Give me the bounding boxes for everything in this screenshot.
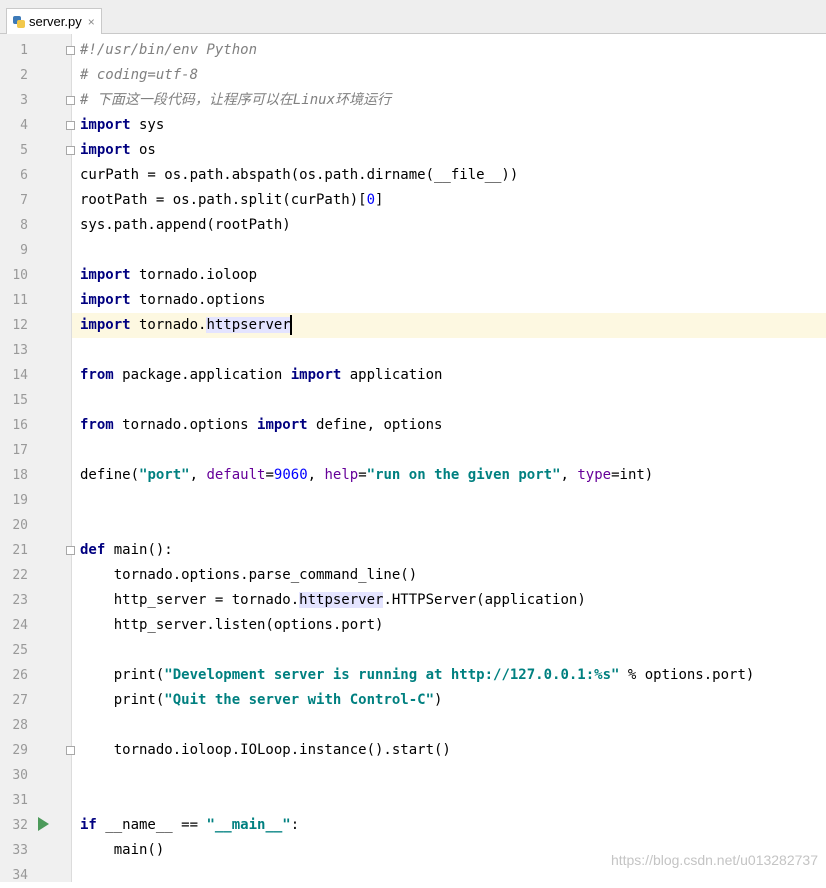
- line-number: 5: [20, 143, 28, 158]
- line-number: 33: [12, 843, 28, 858]
- editor-tab-bar: server.py ×: [0, 0, 826, 34]
- line-number: 16: [12, 418, 28, 433]
- line-number: 4: [20, 118, 28, 133]
- code-line: def main():: [80, 542, 173, 558]
- close-tab-icon[interactable]: ×: [88, 15, 95, 29]
- line-number: 6: [20, 168, 28, 183]
- code-line: import tornado.ioloop: [80, 267, 258, 283]
- python-file-icon: [13, 15, 25, 28]
- line-number: 21: [12, 543, 28, 558]
- line-number: 34: [12, 868, 28, 883]
- line-number: 1: [20, 43, 28, 58]
- line-number: 25: [12, 643, 28, 658]
- line-number: 31: [12, 793, 28, 808]
- line-number: 17: [12, 443, 28, 458]
- line-number: 20: [12, 518, 28, 533]
- code-line: print("Development server is running at …: [80, 667, 755, 683]
- line-number: 13: [12, 343, 28, 358]
- line-number: 14: [12, 368, 28, 383]
- tab-filename: server.py: [29, 14, 82, 29]
- line-number: 15: [12, 393, 28, 408]
- line-number: 11: [12, 293, 28, 308]
- code-line: if __name__ == "__main__":: [80, 817, 300, 833]
- current-code-line: import tornado.httpserver: [72, 313, 826, 338]
- code-line: # 下面这一段代码，让程序可以在Linux环境运行: [80, 92, 391, 108]
- code-line: # coding=utf-8: [80, 67, 199, 83]
- line-number: 12: [12, 318, 28, 333]
- code-line: import tornado.options: [80, 292, 266, 308]
- code-line: define("port", default=9060, help="run o…: [80, 467, 654, 483]
- code-editor[interactable]: #!/usr/bin/env Python # coding=utf-8 # 下…: [72, 38, 826, 888]
- code-line: http_server.listen(options.port): [80, 617, 384, 633]
- line-number: 2: [20, 68, 28, 83]
- line-number: 27: [12, 693, 28, 708]
- tab-server-py[interactable]: server.py ×: [6, 8, 102, 34]
- code-line: from tornado.options import define, opti…: [80, 417, 443, 433]
- code-line: rootPath = os.path.split(curPath)[0]: [80, 192, 384, 208]
- code-line: import os: [80, 142, 156, 158]
- code-line: from package.application import applicat…: [80, 367, 443, 383]
- line-number: 18: [12, 468, 28, 483]
- line-number: 30: [12, 768, 28, 783]
- line-number: 22: [12, 568, 28, 583]
- line-number: 19: [12, 493, 28, 508]
- code-line: tornado.ioloop.IOLoop.instance().start(): [80, 742, 451, 758]
- code-line: sys.path.append(rootPath): [80, 217, 291, 233]
- text-caret: [289, 315, 292, 335]
- line-number: 7: [20, 193, 28, 208]
- code-line: import sys: [80, 117, 165, 133]
- editor-gutter[interactable]: 1 2 3 4 5 6 7 8 9 10 11 12 13 14 15 16 1…: [0, 34, 75, 883]
- line-number: 3: [20, 93, 28, 108]
- code-line: tornado.options.parse_command_line(): [80, 567, 418, 583]
- line-number: 23: [12, 593, 28, 608]
- line-number: 26: [12, 668, 28, 683]
- line-number: 8: [20, 218, 28, 233]
- line-number: 9: [20, 243, 28, 258]
- code-line: print("Quit the server with Control-C"): [80, 692, 443, 708]
- line-number: 29: [12, 743, 28, 758]
- line-number: 28: [12, 718, 28, 733]
- code-line: #!/usr/bin/env Python: [80, 42, 258, 58]
- code-line: curPath = os.path.abspath(os.path.dirnam…: [80, 167, 519, 183]
- line-number: 32: [12, 818, 28, 833]
- line-number: 24: [12, 618, 28, 633]
- line-number: 10: [12, 268, 28, 283]
- run-gutter-icon[interactable]: [38, 817, 49, 831]
- watermark: https://blog.csdn.net/u013282737: [610, 852, 818, 868]
- code-line: http_server = tornado.httpserver.HTTPSer…: [80, 592, 586, 608]
